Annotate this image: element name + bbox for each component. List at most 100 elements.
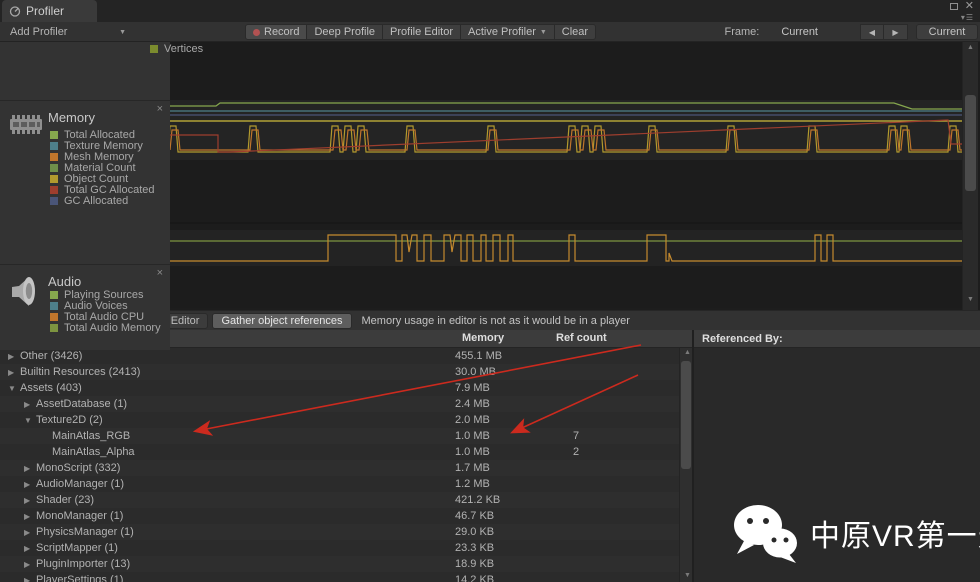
table-row[interactable]: ▶Shader (23) 421.2 KB: [0, 492, 679, 508]
referenced-by-panel: Referenced By: 中原VR第一天团: [692, 330, 980, 582]
table-row[interactable]: ▶ScriptMapper (1)23.3 KB: [0, 540, 679, 556]
legend-item[interactable]: Total GC Allocated: [50, 184, 155, 195]
foldout-triangle-icon[interactable]: ▼: [24, 416, 36, 425]
table-row[interactable]: ▶PhysicsManager (1)29.0 KB: [0, 524, 679, 540]
scrollbar-thumb[interactable]: [965, 95, 976, 191]
audio-legend-panel: × Audio Playing SourcesAudio VoicesTotal…: [0, 264, 170, 350]
scroll-up-icon[interactable]: ▲: [963, 44, 978, 51]
active-profiler-dropdown[interactable]: Active Profiler ▼: [461, 24, 555, 40]
close-audio-panel-icon[interactable]: ×: [157, 267, 163, 279]
row-name: AudioManager (1): [36, 478, 124, 490]
legend-item[interactable]: Playing Sources: [50, 289, 161, 300]
legend-item[interactable]: Total Audio Memory: [50, 322, 161, 333]
row-memory: 1.0 MB: [455, 446, 490, 458]
row-name: Other (3426): [20, 350, 82, 362]
foldout-triangle-icon[interactable]: ▶: [24, 528, 36, 537]
row-name: Builtin Resources (2413): [20, 366, 140, 378]
foldout-triangle-icon[interactable]: ▶: [24, 576, 36, 582]
row-name: Shader (23): [36, 494, 94, 506]
clear-button[interactable]: Clear: [555, 24, 596, 40]
table-scrollbar[interactable]: ▲ ▼: [679, 348, 692, 582]
legend-item[interactable]: GC Allocated: [50, 195, 155, 206]
close-icon[interactable]: ✕: [965, 2, 974, 11]
legend-item[interactable]: Total Audio CPU: [50, 311, 161, 322]
tab-profiler[interactable]: Profiler: [2, 0, 97, 22]
foldout-triangle-icon[interactable]: ▶: [8, 368, 20, 377]
charts-scrollbar[interactable]: ▲ ▼: [962, 42, 978, 310]
scroll-down-icon[interactable]: ▼: [963, 296, 978, 303]
row-memory: 14.2 KB: [455, 574, 494, 582]
legend-item[interactable]: Object Count: [50, 173, 155, 184]
table-row[interactable]: ▶MonoManager (1)46.7 KB: [0, 508, 679, 524]
row-name: Texture2D (2): [36, 414, 103, 426]
row-memory: 7.9 MB: [455, 382, 490, 394]
table-row[interactable]: ▶AudioManager (1) 1.2 MB: [0, 476, 679, 492]
table-row[interactable]: ▶AssetDatabase (1)2.4 MB: [0, 396, 679, 412]
legend-item[interactable]: Texture Memory: [50, 140, 155, 151]
legend-item[interactable]: Material Count: [50, 162, 155, 173]
record-button[interactable]: Record: [245, 24, 307, 40]
row-refcount: 7: [573, 430, 579, 442]
row-memory: 1.2 MB: [455, 478, 490, 490]
table-row[interactable]: ▶PluginImporter (13)18.9 KB: [0, 556, 679, 572]
memory-detail-table: Name Memory Ref count ▶Other (3426)455.1…: [0, 330, 692, 582]
titlebar: Profiler ✕ ▾☰: [0, 0, 980, 22]
frame-label: Frame:: [724, 26, 759, 38]
foldout-triangle-icon[interactable]: ▶: [24, 400, 36, 409]
foldout-triangle-icon[interactable]: ▶: [24, 480, 36, 489]
next-frame-button[interactable]: ▶: [884, 24, 908, 40]
row-memory: 1.7 MB: [455, 462, 490, 474]
table-row[interactable]: ▶MonoScript (332) 1.7 MB: [0, 460, 679, 476]
legend-color-swatch: [50, 175, 58, 183]
legend-color-swatch: [50, 164, 58, 172]
legend-item[interactable]: Total Allocated: [50, 129, 155, 140]
table-row[interactable]: ▼Assets (403)7.9 MB: [0, 380, 679, 396]
legend-color-swatch: [50, 197, 58, 205]
row-name: PluginImporter (13): [36, 558, 130, 570]
audio-panel-title: Audio: [48, 274, 81, 289]
chart-plot-area[interactable]: [170, 42, 962, 310]
toolbar: Add Profiler ▼ Record Deep Profile Profi…: [0, 22, 980, 42]
table-row[interactable]: ▼Texture2D (2)2.0 MB: [0, 412, 679, 428]
gather-object-references-toggle[interactable]: Gather object references: [212, 313, 351, 329]
foldout-triangle-icon[interactable]: ▶: [24, 496, 36, 505]
audio-chart[interactable]: [170, 222, 962, 308]
profile-editor-button[interactable]: Profile Editor: [383, 24, 461, 40]
row-name: MonoScript (332): [36, 462, 120, 474]
close-memory-panel-icon[interactable]: ×: [157, 103, 163, 115]
foldout-triangle-icon[interactable]: ▶: [24, 464, 36, 473]
deep-profile-button[interactable]: Deep Profile: [307, 24, 383, 40]
foldout-triangle-icon[interactable]: ▶: [24, 512, 36, 521]
referenced-by-title: Referenced By:: [694, 330, 980, 348]
row-name: MainAtlas_Alpha: [52, 446, 135, 458]
add-profiler-dropdown[interactable]: Add Profiler ▼: [4, 24, 132, 40]
window-menu-icon[interactable]: ▾☰: [961, 13, 974, 22]
add-profiler-label: Add Profiler: [10, 26, 67, 38]
row-memory: 29.0 KB: [455, 526, 494, 538]
row-memory: 1.0 MB: [455, 430, 490, 442]
prev-frame-button[interactable]: ◀: [860, 24, 884, 40]
table-row[interactable]: ▶Builtin Resources (2413)30.0 MB: [0, 364, 679, 380]
legend-item-vertices[interactable]: Vertices: [150, 43, 203, 55]
table-row[interactable]: ▶PlayerSettings (1)14.2 KB: [0, 572, 679, 582]
legend-item[interactable]: Mesh Memory: [50, 151, 155, 162]
rendering-legend-panel: Vertices: [0, 42, 170, 100]
column-header-memory[interactable]: Memory: [462, 332, 504, 344]
current-frame-button[interactable]: Current: [916, 24, 978, 40]
foldout-triangle-icon[interactable]: ▶: [8, 352, 20, 361]
legend-item[interactable]: Audio Voices: [50, 300, 161, 311]
table-row[interactable]: MainAtlas_RGB1.0 MB7: [0, 428, 679, 444]
foldout-triangle-icon[interactable]: ▼: [8, 384, 20, 393]
foldout-triangle-icon[interactable]: ▶: [24, 560, 36, 569]
column-header-refcount[interactable]: Ref count: [556, 332, 607, 344]
scrollbar-thumb[interactable]: [681, 361, 691, 469]
maximize-icon[interactable]: [950, 3, 958, 10]
row-name: MonoManager (1): [36, 510, 123, 522]
row-memory: 421.2 KB: [455, 494, 500, 506]
memory-chart[interactable]: [170, 42, 962, 222]
table-row[interactable]: ▶Other (3426)455.1 MB: [0, 348, 679, 364]
editor-memory-note: Memory usage in editor is not as it woul…: [362, 315, 630, 327]
foldout-triangle-icon[interactable]: ▶: [24, 544, 36, 553]
table-row[interactable]: MainAtlas_Alpha1.0 MB2: [0, 444, 679, 460]
row-memory: 2.4 MB: [455, 398, 490, 410]
